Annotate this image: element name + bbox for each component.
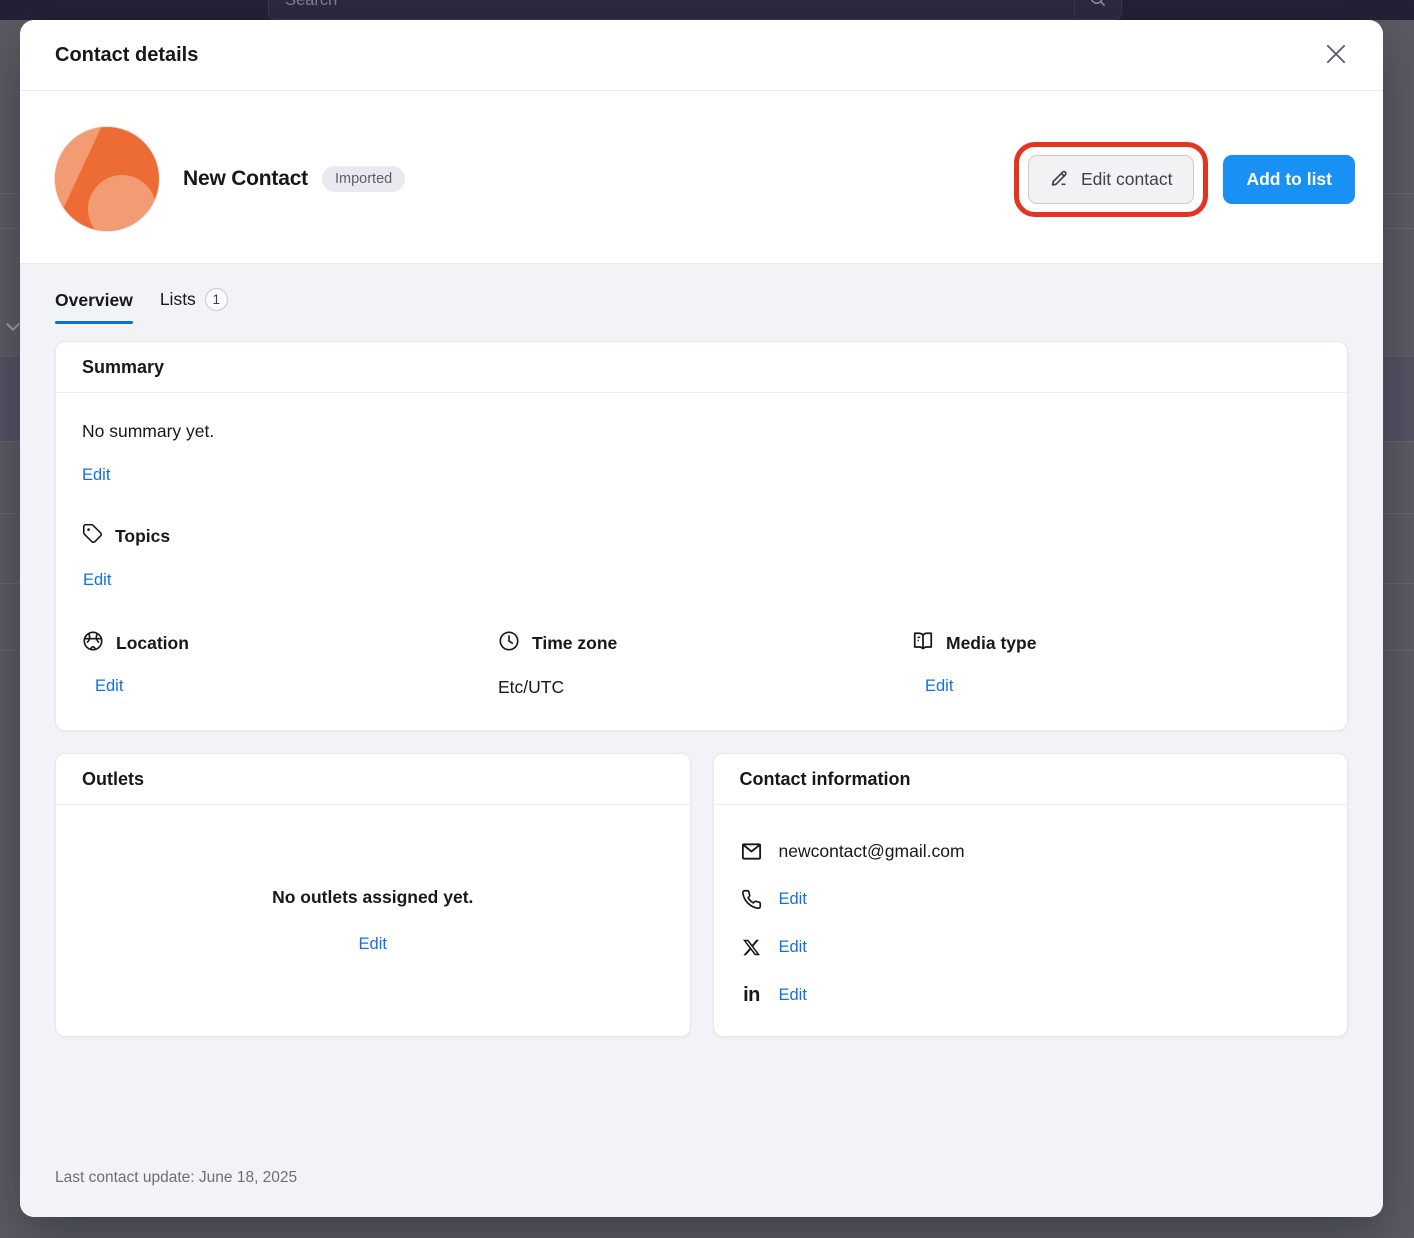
- summary-card-body: No summary yet. Edit Topics Edit: [56, 393, 1347, 730]
- outlets-card-body: No outlets assigned yet. Edit: [56, 805, 690, 1036]
- lower-cards-row: Outlets No outlets assigned yet. Edit Co…: [55, 753, 1348, 1037]
- modal-title: Contact details: [55, 44, 198, 67]
- topics-label: Topics: [115, 526, 170, 547]
- search-placeholder: Search: [269, 0, 337, 10]
- imported-badge: Imported: [322, 166, 405, 192]
- contact-name-row: New Contact Imported: [183, 166, 405, 192]
- tab-overview[interactable]: Overview: [55, 290, 133, 324]
- tab-overview-label: Overview: [55, 290, 133, 311]
- x-twitter-row: Edit: [740, 923, 1322, 971]
- search-input[interactable]: Search: [268, 0, 1122, 20]
- media-type-icon: [912, 630, 934, 657]
- linkedin-row: in Edit: [740, 971, 1322, 1019]
- media-type-edit-link[interactable]: Edit: [925, 677, 953, 696]
- location-edit-link[interactable]: Edit: [95, 677, 123, 696]
- summary-card-title: Summary: [56, 342, 1347, 393]
- lists-count-badge: 1: [205, 288, 228, 311]
- location-field: Location Edit: [82, 630, 498, 698]
- contact-info-card: Contact information newcontact@gmail.com…: [713, 753, 1349, 1037]
- phone-row: Edit: [740, 875, 1322, 923]
- location-label: Location: [116, 633, 189, 654]
- summary-edit-link[interactable]: Edit: [82, 466, 110, 485]
- contact-hero: New Contact Imported Edit contact Add to…: [20, 91, 1383, 263]
- media-type-field: Media type Edit: [912, 630, 1321, 698]
- linkedin-edit-link[interactable]: Edit: [779, 986, 807, 1005]
- tag-icon: [82, 523, 103, 549]
- tab-lists[interactable]: Lists 1: [160, 288, 228, 324]
- summary-empty-text: No summary yet.: [82, 421, 1321, 442]
- timezone-label: Time zone: [532, 633, 617, 654]
- modal-body: Overview Lists 1 Summary No summary yet.…: [20, 263, 1383, 1217]
- media-type-label: Media type: [946, 633, 1036, 654]
- phone-icon: [740, 889, 764, 910]
- edit-contact-label: Edit contact: [1081, 169, 1172, 190]
- tab-lists-label: Lists: [160, 289, 196, 310]
- clock-icon: [498, 630, 520, 657]
- timezone-field: Time zone Etc/UTC: [498, 630, 912, 698]
- outlets-card: Outlets No outlets assigned yet. Edit: [55, 753, 691, 1037]
- contact-name: New Contact: [183, 167, 308, 191]
- email-row: newcontact@gmail.com: [740, 827, 1322, 875]
- phone-edit-link[interactable]: Edit: [779, 890, 807, 909]
- close-button[interactable]: [1317, 36, 1355, 74]
- app-topbar: Search: [0, 0, 1414, 20]
- contact-details-modal: Contact details New Contact Imported Edi…: [20, 20, 1383, 1217]
- summary-fields-row: Location Edit Time zone: [82, 630, 1321, 698]
- close-icon: [1322, 40, 1350, 71]
- x-twitter-edit-link[interactable]: Edit: [779, 938, 807, 957]
- summary-card: Summary No summary yet. Edit Topics Edit: [55, 341, 1348, 731]
- topics-edit-link[interactable]: Edit: [83, 571, 111, 590]
- avatar-circle-shape: [88, 175, 156, 231]
- outlets-edit-link[interactable]: Edit: [359, 935, 387, 954]
- modal-header: Contact details: [20, 20, 1383, 91]
- email-icon: [740, 840, 764, 863]
- timezone-value: Etc/UTC: [498, 677, 564, 697]
- contact-info-card-body: newcontact@gmail.com Edit Edit: [714, 805, 1348, 1033]
- add-to-list-button[interactable]: Add to list: [1223, 155, 1355, 204]
- search-button[interactable]: [1074, 0, 1121, 19]
- last-update-text: Last contact update: June 18, 2025: [55, 1169, 1348, 1187]
- hero-actions: Edit contact Add to list: [1028, 155, 1355, 204]
- outlets-card-title: Outlets: [56, 754, 690, 805]
- search-icon: [1088, 0, 1108, 12]
- x-twitter-icon: [740, 938, 764, 957]
- tab-bar: Overview Lists 1: [55, 288, 1348, 324]
- linkedin-icon: in: [740, 985, 764, 1005]
- pencil-icon: [1050, 167, 1070, 192]
- topics-header: Topics: [82, 523, 1321, 549]
- edit-contact-button[interactable]: Edit contact: [1028, 155, 1194, 204]
- email-value: newcontact@gmail.com: [779, 841, 965, 862]
- contact-info-card-title: Contact information: [714, 754, 1348, 805]
- outlets-empty-text: No outlets assigned yet.: [272, 887, 473, 908]
- avatar: [55, 127, 159, 231]
- globe-icon: [82, 630, 104, 657]
